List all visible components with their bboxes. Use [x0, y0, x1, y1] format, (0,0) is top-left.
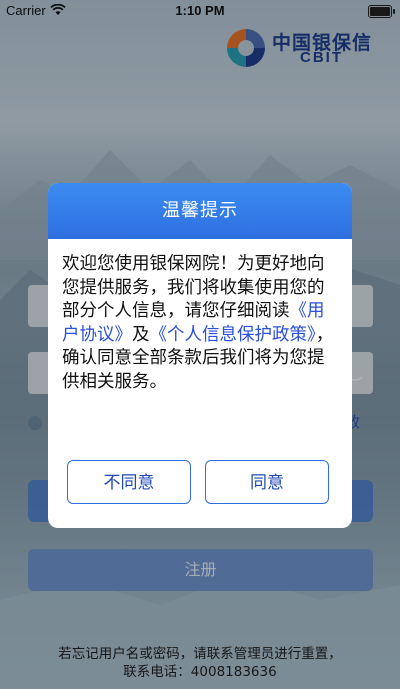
- privacy-policy-link[interactable]: 《个人信息保护政策》: [150, 325, 316, 345]
- disagree-button[interactable]: 不同意: [67, 460, 191, 504]
- dialog-body-and: 及: [132, 324, 150, 345]
- agree-button[interactable]: 同意: [205, 460, 329, 504]
- privacy-dialog: 温馨提示 欢迎您使用银保网院！为更好地向您提供服务，我们将收集使用您的部分个人信…: [48, 183, 352, 528]
- dialog-title: 温馨提示: [48, 183, 352, 239]
- dialog-message: 欢迎您使用银保网院！为更好地向您提供服务，我们将收集使用您的部分个人信息，请您仔…: [62, 253, 340, 394]
- dialog-body-intro: 欢迎您使用银保网院！为更好地向您提供服务，我们将收集使用您的部分个人信息，请您仔…: [62, 254, 325, 321]
